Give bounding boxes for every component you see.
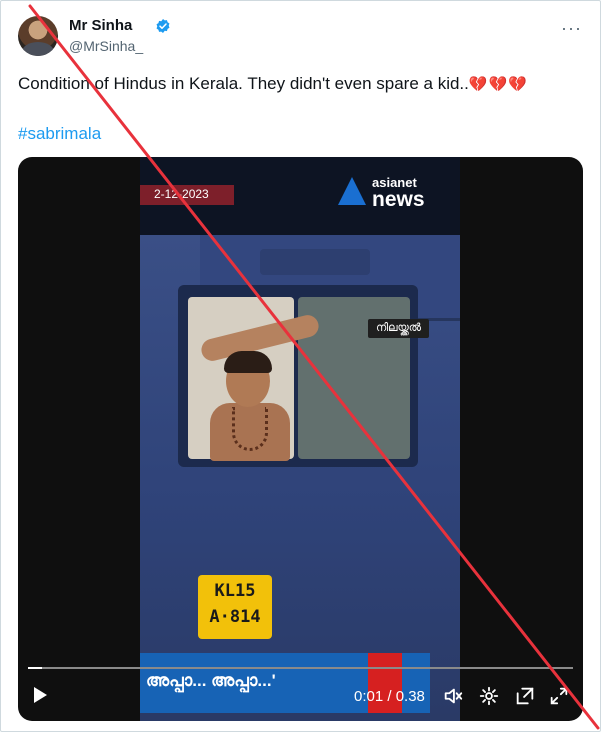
child-hair	[224, 351, 272, 373]
mute-icon[interactable]	[442, 685, 464, 707]
license-plate-line1: KL15	[214, 581, 256, 601]
channel-logo: asianet news	[338, 175, 442, 215]
hashtag-link[interactable]: #sabrimala	[18, 124, 101, 144]
author-handle[interactable]: @MrSinha_	[69, 38, 143, 54]
location-tag: നിലയ്ക്കൽ	[368, 319, 430, 338]
verified-badge-icon	[156, 19, 170, 33]
progress-fill	[28, 667, 43, 669]
tweet-text: Condition of Hindus in Kerala. They didn…	[18, 74, 528, 94]
video-controls: 0:01 / 0.38	[18, 653, 583, 721]
video-player[interactable]: 2-12-2023 asianet news നിലയ്ക്കൽ KL15 A·…	[18, 157, 583, 721]
fullscreen-icon[interactable]	[548, 685, 570, 707]
tweet-body: Condition of Hindus in Kerala. They didn…	[18, 74, 469, 93]
license-plate-line2: A·814	[209, 607, 261, 627]
channel-logo-icon	[338, 177, 366, 205]
broadcast-header: 2-12-2023 asianet news	[140, 157, 460, 235]
broken-heart-emoji: 💔💔💔	[468, 76, 528, 93]
video-frame: 2-12-2023 asianet news നിലയ്ക്കൽ KL15 A·…	[140, 157, 460, 721]
play-icon[interactable]	[34, 687, 47, 703]
pop-out-icon[interactable]	[514, 685, 536, 707]
settings-gear-icon[interactable]	[478, 685, 500, 707]
avatar[interactable]	[18, 16, 58, 56]
author-display-name[interactable]: Mr Sinha	[69, 17, 132, 34]
prayer-beads	[232, 407, 268, 451]
progress-bar[interactable]	[28, 667, 573, 669]
bus-scene: നിലയ്ക്കൽ KL15 A·814 അപ്പാ... അപ്പാ...'	[140, 235, 460, 721]
date-tag: 2-12-2023	[140, 185, 234, 205]
tweet-header: Mr Sinha @MrSinha_ ···	[18, 14, 588, 62]
bus-sign	[260, 249, 370, 275]
more-options-icon[interactable]: ···	[561, 18, 582, 39]
channel-logo-line2: news	[372, 188, 425, 211]
time-display: 0:01 / 0.38	[354, 688, 425, 705]
